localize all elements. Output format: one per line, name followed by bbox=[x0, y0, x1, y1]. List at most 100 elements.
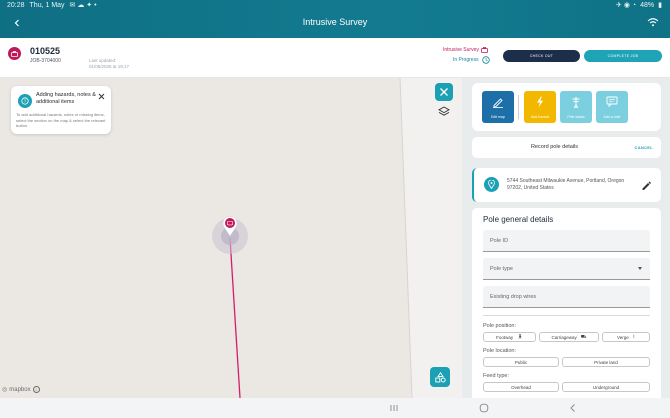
status-left: 20:28 Thu, 1 May ✉ ☁ ✦ • bbox=[7, 1, 97, 10]
top-bar: 20:28 Thu, 1 May ✉ ☁ ✦ • ✈ ◉ ◔ 48% ▮ Int… bbox=[0, 0, 670, 38]
add-hazard-button[interactable]: Add hazard bbox=[524, 91, 556, 123]
address-card: 5744 Southeast Milwaukie Avenue, Portlan… bbox=[472, 168, 661, 202]
job-id: 010525 bbox=[30, 46, 61, 56]
option-label: Overhead bbox=[511, 384, 531, 390]
cancel-button[interactable]: CANCEL bbox=[635, 145, 653, 150]
hint-card: ? Adding hazards, notes & additional ite… bbox=[11, 86, 111, 134]
status-right: ✈ ◉ ◔ 48% ▮ bbox=[616, 1, 662, 10]
pencil-icon bbox=[482, 96, 514, 108]
last-updated-value: 01/05/2025 at 19:17 bbox=[89, 64, 130, 69]
wifi-icon bbox=[647, 18, 659, 27]
tool-label: Add a note bbox=[603, 115, 621, 119]
briefcase-outline-icon bbox=[480, 47, 488, 53]
last-updated: Last updated: 01/05/2025 at 19:17 bbox=[89, 58, 129, 70]
pole-location-label: Pole location: bbox=[483, 348, 517, 354]
drop-wires-field[interactable]: Existing drop wires bbox=[483, 286, 650, 308]
option-public[interactable]: Public bbox=[483, 357, 559, 367]
hint-title: Adding hazards, notes & additional items bbox=[36, 92, 96, 105]
app-window: 20:28 Thu, 1 May ✉ ☁ ✦ • ✈ ◉ ◔ 48% ▮ Int… bbox=[0, 0, 670, 418]
tool-card: Edit map Add hazard Pole status Add a no bbox=[472, 83, 661, 131]
system-nav-bar bbox=[0, 398, 670, 418]
option-underground[interactable]: Underground bbox=[562, 382, 650, 392]
car-icon: ⛟ bbox=[580, 333, 587, 339]
add-note-button[interactable]: Add a note bbox=[596, 91, 628, 123]
map-close-button[interactable] bbox=[435, 83, 453, 101]
tool-label: Edit map bbox=[491, 115, 505, 119]
option-carriageway[interactable]: Carriageway ⛟ bbox=[539, 332, 599, 342]
option-verge[interactable]: Verge ⌇ bbox=[602, 332, 650, 342]
hazard-icon bbox=[524, 96, 556, 108]
map-road-area bbox=[400, 78, 462, 398]
tool-label: Pole status bbox=[567, 115, 585, 119]
home-icon[interactable] bbox=[479, 403, 489, 413]
hint-body: To add additional hazards, notes or miss… bbox=[16, 112, 106, 128]
option-private-land[interactable]: Private land bbox=[562, 357, 650, 367]
check-out-button[interactable]: CHECK OUT bbox=[503, 50, 580, 62]
close-icon bbox=[440, 88, 448, 96]
mapbox-label: mapbox bbox=[9, 386, 31, 393]
svg-text:?: ? bbox=[24, 99, 27, 104]
record-pole-bar: Record pole details CANCEL bbox=[472, 137, 661, 158]
nav-back-icon[interactable] bbox=[568, 403, 578, 413]
drop-wires-placeholder: Existing drop wires bbox=[490, 294, 537, 300]
complete-job-button[interactable]: COMPLETE JOB bbox=[584, 50, 662, 62]
status-label: In Progress bbox=[453, 57, 479, 63]
pedestrian-icon: 🚶︎ bbox=[517, 334, 523, 339]
survey-link-label: Intrusive Survey bbox=[443, 47, 479, 53]
map-tools-button[interactable] bbox=[430, 367, 450, 387]
pole-id-placeholder: Pole ID bbox=[490, 238, 509, 244]
info-icon[interactable]: i bbox=[32, 386, 40, 393]
verge-icon: ⌇ bbox=[632, 334, 635, 339]
map-view[interactable]: ? Adding hazards, notes & additional ite… bbox=[0, 78, 462, 398]
option-label: Verge bbox=[617, 334, 629, 340]
edit-map-button[interactable]: Edit map bbox=[482, 91, 514, 123]
option-label: Private land bbox=[594, 359, 618, 365]
status-badge: In Progress bbox=[453, 56, 490, 64]
mapbox-attribution: ◎ mapbox i bbox=[2, 386, 40, 393]
tool-label: Add hazard bbox=[531, 115, 549, 119]
close-icon bbox=[98, 93, 105, 100]
note-icon bbox=[596, 96, 628, 107]
hint-close-button[interactable] bbox=[97, 92, 106, 101]
side-panel: Edit map Add hazard Pole status Add a no bbox=[462, 78, 670, 398]
pole-position-label: Pole position: bbox=[483, 323, 517, 329]
battery-icon: ▮ bbox=[658, 2, 662, 9]
battery-level: 48% bbox=[640, 1, 655, 9]
tool-divider bbox=[518, 95, 519, 119]
mapbox-logo-icon: ◎ bbox=[2, 387, 8, 393]
address-text: 5744 Southeast Milwaukie Avenue, Portlan… bbox=[507, 178, 625, 191]
option-label: Public bbox=[514, 359, 528, 365]
job-header: 010525 JOB-3704000 Last updated: 01/05/2… bbox=[0, 38, 670, 78]
chevron-down-icon bbox=[638, 267, 642, 270]
notification-icons: ✉ ☁ ✦ • bbox=[69, 2, 97, 9]
form-divider bbox=[483, 315, 650, 316]
shapes-icon bbox=[434, 371, 446, 382]
status-date: Thu, 1 May bbox=[29, 1, 65, 9]
pole-type-placeholder: Pole type bbox=[490, 266, 513, 272]
record-pole-label: Record pole details bbox=[530, 144, 579, 150]
system-icons: ✈ ◉ ◔ bbox=[616, 2, 637, 9]
job-reference: JOB-3704000 bbox=[30, 58, 61, 64]
pole-id-field[interactable]: Pole ID bbox=[483, 230, 650, 252]
pencil-icon[interactable] bbox=[641, 180, 651, 190]
page-title: Intrusive Survey bbox=[302, 17, 368, 27]
briefcase-icon bbox=[8, 47, 21, 60]
option-label: Underground bbox=[592, 384, 620, 390]
option-footway[interactable]: Footway 🚶︎ bbox=[483, 332, 536, 342]
feed-type-label: Feed type: bbox=[483, 373, 509, 379]
status-time: 20:28 bbox=[7, 1, 25, 9]
option-label: Footway bbox=[496, 334, 514, 340]
pole-status-button[interactable]: Pole status bbox=[560, 91, 592, 123]
option-label: Carriageway bbox=[551, 334, 577, 340]
pole-icon bbox=[560, 96, 592, 109]
survey-link[interactable]: Intrusive Survey bbox=[443, 47, 488, 53]
clock-icon bbox=[481, 56, 490, 64]
help-icon: ? bbox=[18, 94, 32, 108]
pole-details-form: Pole general details Pole ID Pole type E… bbox=[472, 208, 661, 398]
layers-icon[interactable] bbox=[438, 106, 450, 118]
cable-route-line bbox=[229, 237, 241, 398]
location-pin-icon bbox=[484, 177, 499, 192]
option-overhead[interactable]: Overhead bbox=[483, 382, 559, 392]
pole-type-select[interactable]: Pole type bbox=[483, 258, 650, 280]
recent-apps-icon[interactable] bbox=[389, 403, 399, 413]
